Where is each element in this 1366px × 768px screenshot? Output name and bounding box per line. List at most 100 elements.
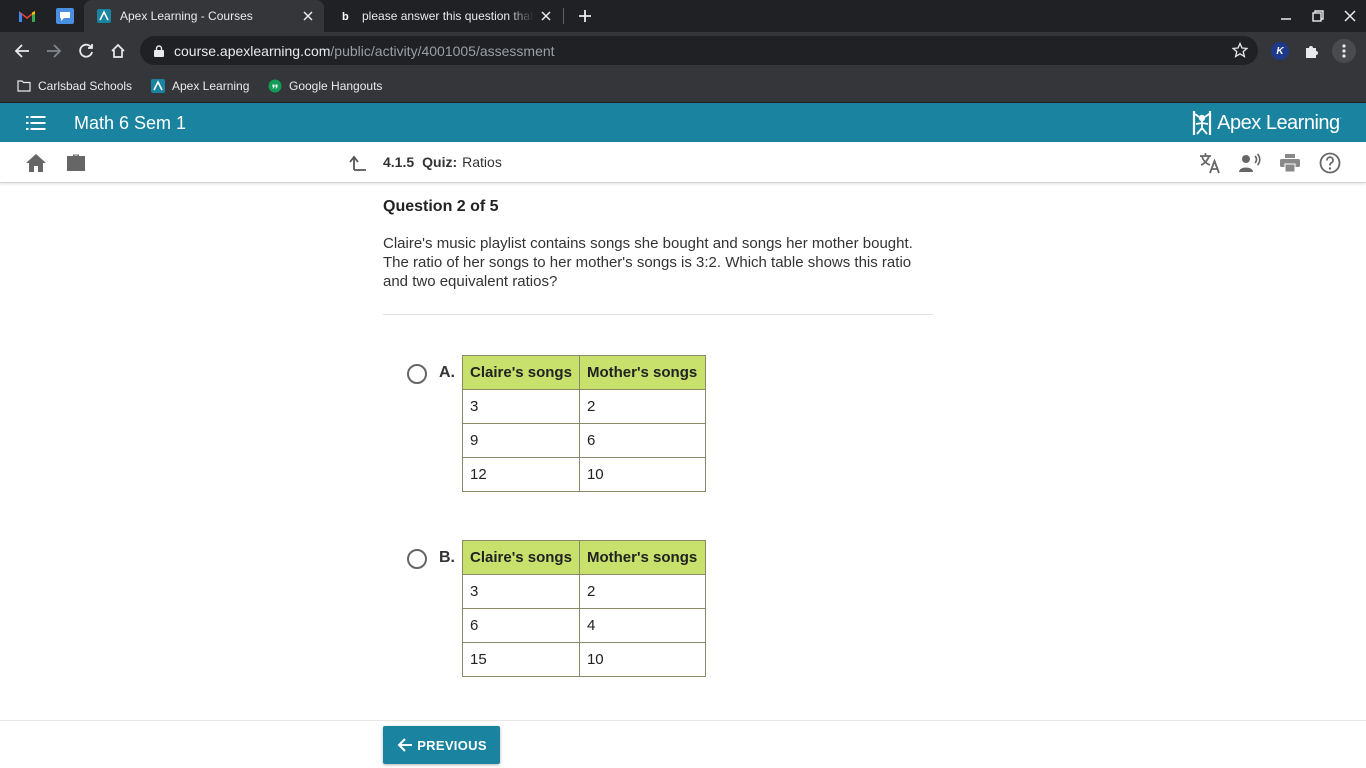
table-row: 3 2	[462, 574, 706, 609]
logo-text: Apex Learning	[1217, 111, 1340, 134]
course-menu-button[interactable]	[24, 111, 48, 135]
table-row: 15 10	[462, 642, 706, 677]
bookmark-label: Apex Learning	[172, 79, 250, 93]
answer-option-b[interactable]: B. Claire's songs Mother's songs 3 2 6 4…	[407, 540, 706, 677]
table-cell: 2	[578, 574, 706, 609]
help-button[interactable]	[1318, 151, 1342, 175]
extension-k-button[interactable]: K	[1268, 39, 1292, 63]
brainly-favicon: b	[338, 8, 354, 24]
briefcase-button[interactable]	[64, 151, 88, 175]
translate-icon	[1200, 153, 1220, 174]
table-row: 9 6	[462, 423, 706, 458]
tab-title: please answer this question that	[362, 9, 534, 23]
bookmark-carlsbad-schools[interactable]: Carlsbad Schools	[16, 76, 132, 96]
course-header: Math 6 Sem 1 Apex Learning ·	[0, 103, 1366, 142]
kebab-menu-icon	[1342, 44, 1346, 58]
read-aloud-button[interactable]	[1238, 151, 1262, 175]
table-header-row: Claire's songs Mother's songs	[462, 540, 706, 575]
option-letter: A.	[439, 364, 455, 381]
table-cell: 4	[578, 608, 706, 643]
arrow-up-return-icon	[349, 155, 366, 171]
table-row: 12 10	[462, 457, 706, 492]
print-button[interactable]	[1278, 151, 1302, 175]
radio-button[interactable]	[407, 364, 427, 384]
table-cell: 10	[578, 642, 706, 677]
reload-icon	[79, 43, 93, 58]
close-window-button[interactable]	[1338, 4, 1362, 28]
plus-icon	[579, 10, 591, 22]
answer-table: Claire's songs Mother's songs 3 2 6 4 15…	[462, 540, 706, 677]
bookmark-apex-learning[interactable]: Apex Learning	[150, 76, 249, 96]
table-cell: 3	[462, 389, 580, 424]
puzzle-icon	[1306, 46, 1318, 58]
answer-option-a[interactable]: A. Claire's songs Mother's songs 3 2 9 6…	[407, 355, 706, 492]
table-cell: 6	[578, 423, 706, 458]
table-cell: 10	[578, 457, 706, 492]
tab-separator	[563, 8, 564, 24]
breadcrumb: 4.1.5 Quiz: Ratios	[383, 154, 502, 170]
column-header: Claire's songs	[462, 540, 580, 575]
home-button[interactable]	[102, 35, 134, 67]
bookmark-google-hangouts[interactable]: Google Hangouts	[267, 76, 382, 96]
question-text: Claire's music playlist contains songs s…	[383, 235, 913, 290]
table-header-row: Claire's songs Mother's songs	[462, 355, 706, 390]
up-level-button[interactable]	[346, 151, 370, 175]
table-cell: 9	[462, 423, 580, 458]
home-icon	[26, 154, 46, 172]
restore-button[interactable]	[1306, 4, 1330, 28]
bookmark-label: Carlsbad Schools	[38, 79, 133, 93]
table-cell: 12	[462, 457, 580, 492]
restore-icon	[1312, 10, 1324, 22]
radio-button[interactable]	[407, 549, 427, 569]
close-icon[interactable]	[534, 4, 558, 28]
activity-kind: Quiz:	[422, 154, 458, 170]
list-menu-icon	[26, 116, 46, 130]
table-cell: 15	[462, 642, 580, 677]
speaker-person-icon	[1239, 153, 1261, 172]
address-bar[interactable]: course.apexlearning.com/public/activity/…	[140, 36, 1258, 65]
question-heading: Question 2 of 5	[383, 198, 499, 215]
url-path: /public/activity/4001005/assessment	[330, 42, 555, 59]
browser-tab-strip: Apex Learning - Courses b please answer …	[0, 0, 1366, 32]
bookmarks-bar: Carlsbad Schools Apex Learning Google Ha…	[0, 70, 1366, 103]
home-icon	[111, 43, 125, 58]
url-host: course.apexlearning.com	[174, 42, 331, 59]
home-button[interactable]	[24, 151, 48, 175]
course-title: Math 6 Sem 1	[74, 113, 187, 133]
table-row: 3 2	[462, 389, 706, 424]
bookmark-star-icon[interactable]	[1230, 40, 1250, 60]
answer-table: Claire's songs Mother's songs 3 2 9 6 12…	[462, 355, 706, 492]
logo-trademark: ·	[1339, 115, 1342, 122]
activity-toolbar: 4.1.5 Quiz: Ratios	[0, 142, 1366, 183]
apex-logo-icon	[1193, 111, 1212, 135]
question-footer: PREVIOUS	[0, 720, 1366, 768]
translate-button[interactable]	[1198, 151, 1222, 175]
apex-learning-logo: Apex Learning ·	[1191, 109, 1342, 137]
back-button[interactable]	[6, 35, 38, 67]
reload-button[interactable]	[70, 35, 102, 67]
classroom-pinned-tab[interactable]	[54, 5, 76, 27]
minimize-button[interactable]	[1274, 4, 1298, 28]
option-letter: B.	[439, 549, 455, 566]
column-header: Mother's songs	[578, 355, 706, 390]
briefcase-icon	[67, 154, 85, 171]
previous-button[interactable]: PREVIOUS	[383, 726, 500, 764]
tab-apex-learning[interactable]: Apex Learning - Courses	[84, 0, 324, 32]
close-icon[interactable]	[296, 4, 320, 28]
browser-menu-button[interactable]	[1332, 39, 1356, 63]
table-cell: 2	[578, 389, 706, 424]
tab-brainly-question[interactable]: b please answer this question that	[326, 0, 562, 32]
extensions-button[interactable]	[1300, 39, 1324, 63]
tab-title: Apex Learning - Courses	[120, 9, 253, 23]
arrow-left-icon	[14, 44, 29, 58]
bookmark-label: Google Hangouts	[289, 79, 383, 93]
chat-bubble-icon	[56, 8, 74, 24]
new-tab-button[interactable]	[573, 4, 597, 28]
folder-icon	[16, 78, 32, 94]
hangouts-icon	[267, 78, 283, 94]
gmail-pinned-tab[interactable]	[16, 5, 38, 27]
forward-button[interactable]	[38, 35, 70, 67]
divider	[383, 314, 933, 315]
activity-name: Ratios	[462, 154, 502, 170]
table-cell: 6	[462, 608, 580, 643]
